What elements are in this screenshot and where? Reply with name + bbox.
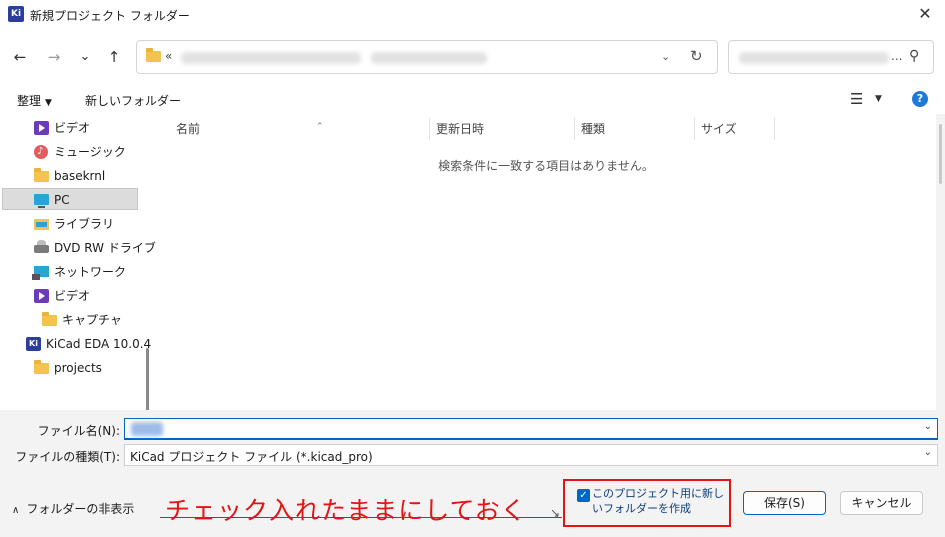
organize-button[interactable]: 整理 ▼ [17,92,52,109]
up-arrow-icon[interactable]: ↑ [104,47,124,67]
sidebar-item-label: DVD RW ドライブ [54,241,156,255]
column-divider[interactable] [429,118,430,140]
annotation-arrow-icon: ↘ [550,506,561,520]
back-arrow-icon[interactable]: ← [10,47,30,67]
chevron-down-icon[interactable]: ⌄ [661,50,670,63]
column-header-size[interactable]: サイズ [701,118,771,142]
sidebar-item-video-2[interactable]: ビデオ [32,285,142,307]
sidebar-item-basekrnl[interactable]: basekrnl [32,165,142,187]
network-icon [32,266,49,280]
create-folder-checkbox[interactable]: ✓ [577,489,590,502]
address-path-redacted [371,52,487,64]
sidebar-item-label: basekrnl [54,169,106,183]
forward-arrow-icon[interactable]: → [44,47,64,67]
sidebar-item-network[interactable]: ネットワーク [32,261,142,283]
filename-value-redacted [131,422,163,436]
new-folder-button[interactable]: 新しいフォルダー [85,92,181,109]
sidebar-item-label: projects [54,361,102,375]
sort-caret-icon: ⌃ [316,122,324,132]
save-button[interactable]: 保存(S) [743,491,826,515]
music-icon [34,141,48,163]
sidebar-item-label: ビデオ [54,121,91,135]
file-list-scrollbar[interactable] [936,114,945,410]
filename-input[interactable]: ⌄ [124,418,938,440]
address-bar[interactable]: « ⌄ ↻ [136,40,718,74]
window-title: 新規プロジェクト フォルダー [30,9,190,23]
chevron-up-icon: ∧ [12,505,20,516]
sidebar-item-library[interactable]: ライブラリ [32,213,142,235]
command-bar: 整理 ▼ 新しいフォルダー ☰ ▼ ? [0,86,945,114]
hide-folders-label: フォルダーの非表示 [26,502,135,516]
sidebar-item-video[interactable]: ビデオ [32,117,142,139]
kicad-app-icon: Ki [8,6,24,22]
organize-label: 整理 [17,94,42,108]
filetype-select[interactable]: KiCad プロジェクト ファイル (*.kicad_pro) ⌄ [124,444,938,466]
kicad-icon: Ki [26,337,41,351]
column-header-name[interactable]: ⌃ 名前 [176,118,426,142]
scrollbar-thumb[interactable] [939,124,942,184]
column-header-modified[interactable]: 更新日時 [436,118,576,142]
sidebar-item-label: ビデオ [54,289,91,303]
column-header-type[interactable]: 種類 [581,118,691,142]
sidebar-item-label: PC [54,193,70,207]
chevron-down-icon[interactable]: ⌄ [924,421,932,432]
column-divider[interactable] [774,118,775,140]
library-icon [34,219,49,230]
filename-label: ファイル名(N): [37,424,120,438]
navigation-pane: ビデオ ミュージック basekrnl PC ライブラリ DVD RW ドライブ… [0,114,156,506]
sidebar-item-dvd-drive[interactable]: DVD RW ドライブ [32,237,156,259]
folder-icon [34,168,49,182]
sidebar-item-label: ミュージック [54,145,126,159]
refresh-icon[interactable]: ↻ [690,47,703,65]
sidebar-item-label: KiCad EDA 10.0.4 [46,337,152,351]
caret-down-icon: ▼ [45,98,52,108]
recent-locations-chevron-icon[interactable]: ⌄ [75,47,95,67]
sidebar-item-capture[interactable]: キャプチャ [40,309,140,331]
video-icon [34,289,49,303]
video-icon [34,121,49,135]
dvd-drive-icon [34,240,49,253]
cancel-button[interactable]: キャンセル [840,491,923,515]
search-ellipsis: ... [891,49,903,63]
hide-folders-button[interactable]: ∧ フォルダーの非表示 [12,500,134,517]
column-divider[interactable] [574,118,575,140]
column-divider[interactable] [694,118,695,140]
sidebar-item-label: キャプチャ [62,313,122,327]
file-list[interactable]: ⌃ 名前 更新日時 種類 サイズ 検索条件に一致する項目はありません。 [156,114,936,410]
search-placeholder-redacted [739,52,889,64]
folder-icon [34,360,49,374]
folder-icon [42,312,57,326]
address-overflow-chevron[interactable]: « [165,49,172,63]
empty-results-message: 検索条件に一致する項目はありません。 [438,159,654,173]
handwritten-annotation: チェック入れたままにしておく [165,496,527,525]
search-icon[interactable]: ⚲ [909,48,919,64]
close-icon[interactable]: ✕ [915,4,935,24]
sidebar-item-kicad-eda[interactable]: Ki KiCad EDA 10.0.4 [24,333,151,355]
sidebar-item-pc[interactable]: PC [2,188,138,210]
view-options-icon[interactable]: ☰ [850,90,863,108]
search-box[interactable]: ... ⚲ [728,40,934,74]
folder-icon [146,48,161,62]
caret-down-icon[interactable]: ▼ [875,94,882,104]
annotation-underline [160,517,562,518]
sidebar-item-label: ネットワーク [54,265,127,279]
sidebar-item-projects[interactable]: projects [32,357,142,379]
window-bottom-edge [0,531,945,537]
title-bar: Ki 新規プロジェクト フォルダー ✕ [0,0,945,30]
filetype-label: ファイルの種類(T): [15,450,120,464]
help-icon[interactable]: ? [912,91,928,107]
sidebar-item-label: ライブラリ [54,217,115,231]
create-folder-checkbox-label[interactable]: このプロジェクト用に新しいフォルダーを作成 [592,486,730,516]
pc-icon [34,194,49,208]
column-header-label: 名前 [176,122,201,136]
filetype-value: KiCad プロジェクト ファイル (*.kicad_pro) [130,450,373,464]
navigation-bar: ← → ⌄ ↑ « ⌄ ↻ ... ⚲ [0,38,945,78]
sidebar-item-music[interactable]: ミュージック [32,141,142,163]
address-path-redacted [181,52,361,64]
chevron-down-icon[interactable]: ⌄ [924,447,932,458]
